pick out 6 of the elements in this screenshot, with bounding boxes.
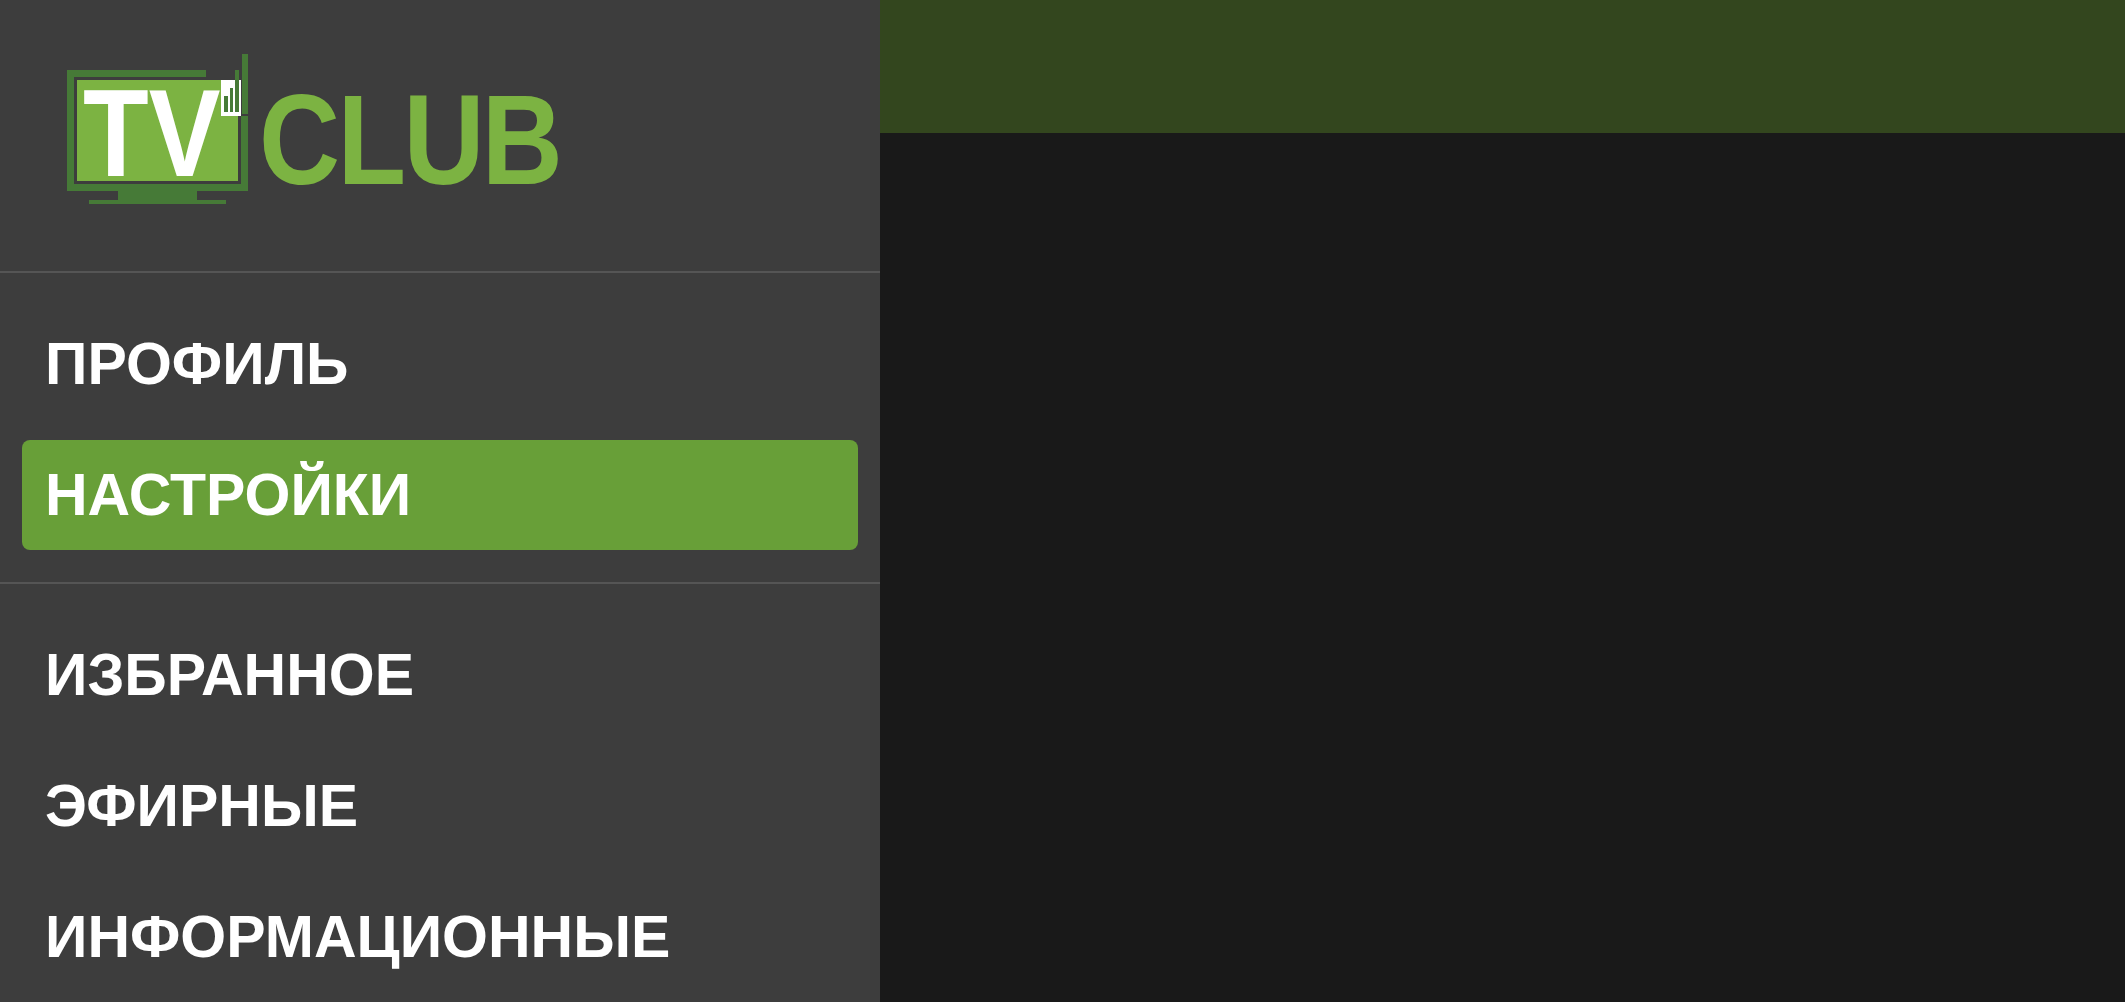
logo-wordmark: CLUB — [259, 91, 561, 189]
menu-item[interactable]: ИЗБРАННОЕ — [22, 620, 858, 730]
menu-item[interactable]: ПРОФИЛЬ — [22, 309, 858, 419]
menu-item[interactable]: ИНФОРМАЦИОННЫЕ — [22, 882, 858, 992]
logo-screen-text: TV — [83, 85, 220, 181]
menu-item[interactable]: ЭФИРНЫЕ — [22, 751, 858, 861]
